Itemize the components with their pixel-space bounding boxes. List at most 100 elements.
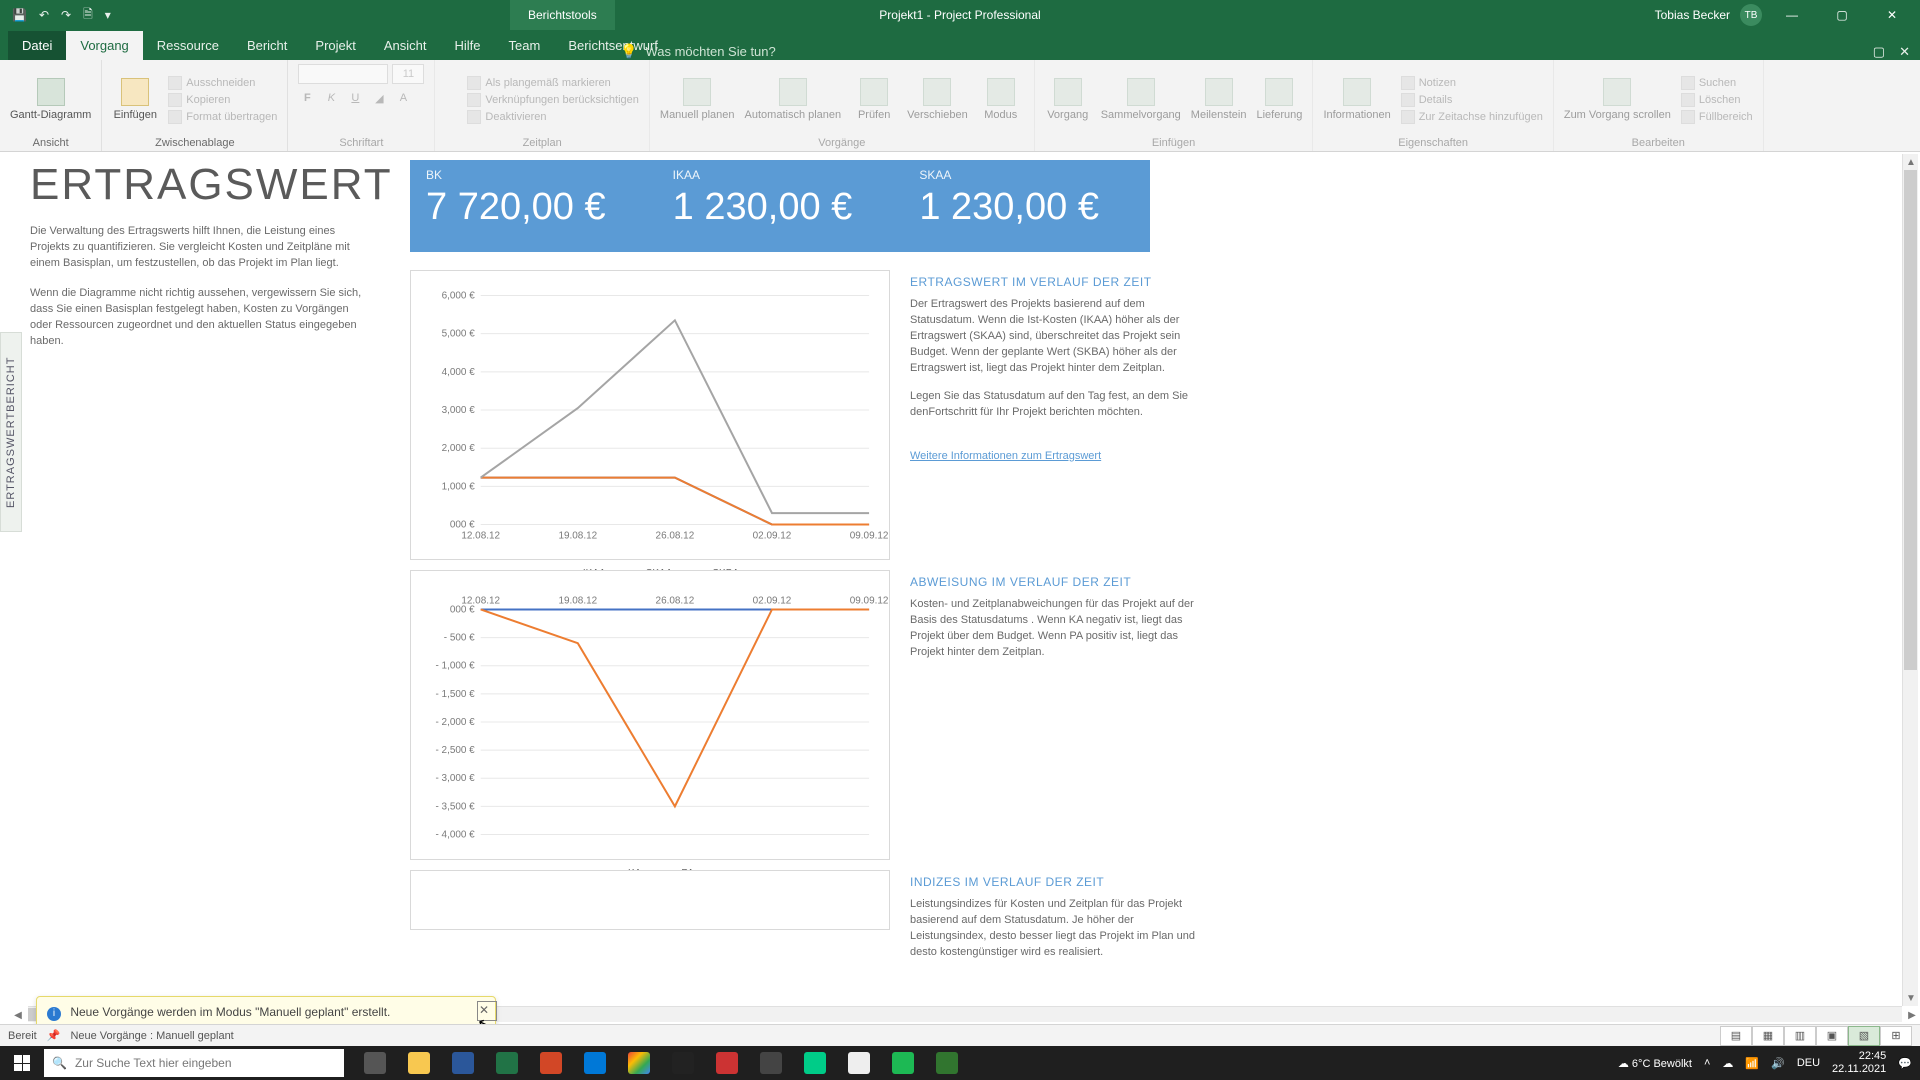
- font-family-input[interactable]: [298, 64, 388, 84]
- excel-app[interactable]: [486, 1046, 528, 1080]
- clock[interactable]: 22:45 22.11.2021: [1832, 1050, 1886, 1075]
- taskbar-search[interactable]: 🔍 Zur Suche Text hier eingeben: [44, 1049, 344, 1077]
- tab-ressource[interactable]: Ressource: [143, 31, 233, 60]
- powerpoint-app[interactable]: [530, 1046, 572, 1080]
- ribbon-display-options-icon[interactable]: ▢: [1873, 44, 1885, 60]
- information-button[interactable]: Informationen: [1323, 78, 1390, 121]
- obs-app[interactable]: [662, 1046, 704, 1080]
- scroll-down-arrow[interactable]: ▼: [1903, 990, 1919, 1006]
- maximize-button[interactable]: ▢: [1822, 8, 1862, 22]
- onedrive-icon[interactable]: ☁: [1722, 1057, 1733, 1070]
- status-schedule-mode[interactable]: Neue Vorgänge : Manuell geplant: [70, 1030, 233, 1042]
- tab-projekt[interactable]: Projekt: [301, 31, 369, 60]
- italic-button[interactable]: K: [322, 92, 340, 105]
- cut-button[interactable]: Ausschneiden: [168, 76, 277, 90]
- tray-chevron-icon[interactable]: ˄: [1704, 1057, 1710, 1069]
- new-doc-icon[interactable]: 🗎: [83, 5, 93, 26]
- notepad-app[interactable]: [838, 1046, 880, 1080]
- user-name[interactable]: Tobias Becker: [1655, 8, 1730, 22]
- manual-schedule-button[interactable]: Manuell planen: [660, 78, 735, 121]
- explorer-app[interactable]: [398, 1046, 440, 1080]
- wifi-icon[interactable]: 📶: [1745, 1057, 1759, 1070]
- fill-button[interactable]: Füllbereich: [1681, 110, 1753, 124]
- tab-ansicht[interactable]: Ansicht: [370, 31, 441, 60]
- deactivate-button[interactable]: Deaktivieren: [467, 110, 639, 124]
- notifications-icon[interactable]: 💬: [1898, 1057, 1912, 1070]
- insert-deliverable-button[interactable]: Lieferung: [1256, 78, 1302, 121]
- view-gantt-button[interactable]: ▤: [1720, 1026, 1752, 1046]
- view-report-button[interactable]: ▧: [1848, 1026, 1880, 1046]
- insert-task-button[interactable]: Vorgang: [1045, 78, 1091, 121]
- chrome-app[interactable]: [618, 1046, 660, 1080]
- notes-button[interactable]: Notizen: [1401, 76, 1543, 90]
- tell-me-search[interactable]: 💡 Was möchten Sie tun?: [620, 43, 776, 60]
- chart-variance[interactable]: 12.08.1219.08.1226.08.1202.09.1209.09.12…: [410, 570, 890, 860]
- edge-old-icon: [584, 1052, 606, 1074]
- tab-hilfe[interactable]: Hilfe: [441, 31, 495, 60]
- font-size-input[interactable]: [392, 64, 424, 84]
- edge-old-app[interactable]: [574, 1046, 616, 1080]
- mode-button[interactable]: Modus: [978, 78, 1024, 121]
- scroll-up-arrow[interactable]: ▲: [1903, 154, 1919, 170]
- format-painter-button[interactable]: Format übertragen: [168, 110, 277, 124]
- scroll-to-task-button[interactable]: Zum Vorgang scrollen: [1564, 78, 1671, 121]
- tab-team[interactable]: Team: [495, 31, 555, 60]
- scroll-right-arrow[interactable]: ▶: [1904, 1007, 1920, 1023]
- vscroll-thumb[interactable]: [1904, 170, 1917, 670]
- user-avatar[interactable]: TB: [1740, 4, 1762, 26]
- clear-button[interactable]: Löschen: [1681, 93, 1753, 107]
- add-timeline-button[interactable]: Zur Zeitachse hinzufügen: [1401, 110, 1543, 124]
- side-tab-report[interactable]: ERTRAGSWERTBERICHT: [0, 332, 22, 532]
- project-app[interactable]: [926, 1046, 968, 1080]
- bold-button[interactable]: F: [298, 92, 316, 105]
- tab-bericht[interactable]: Bericht: [233, 31, 301, 60]
- report-description-2: Wenn die Diagramme nicht richtig aussehe…: [30, 286, 370, 350]
- details-button[interactable]: Details: [1401, 93, 1543, 107]
- generic-app-2[interactable]: [750, 1046, 792, 1080]
- generic-app-1[interactable]: [706, 1046, 748, 1080]
- insert-summary-button[interactable]: Sammelvorgang: [1101, 78, 1181, 121]
- find-button[interactable]: Suchen: [1681, 76, 1753, 90]
- chart-indices[interactable]: [410, 870, 890, 930]
- mark-on-track-button[interactable]: Als plangemäß markieren: [467, 76, 639, 90]
- minimize-button[interactable]: —: [1772, 8, 1812, 22]
- redo-icon[interactable]: ↷: [61, 8, 71, 22]
- earned-value-link[interactable]: Weitere Informationen zum Ertragswert: [910, 450, 1101, 462]
- fill-color-button[interactable]: ◢: [370, 92, 388, 105]
- view-task-usage-button[interactable]: ▦: [1752, 1026, 1784, 1046]
- weather-widget[interactable]: ☁ 6°C Bewölkt: [1618, 1057, 1692, 1070]
- svg-text:09.09.12: 09.09.12: [850, 595, 889, 606]
- spotify-app[interactable]: [882, 1046, 924, 1080]
- callout-close-button[interactable]: ✕: [479, 1003, 489, 1017]
- qat-customize-icon[interactable]: ▾: [105, 8, 111, 22]
- scroll-left-arrow[interactable]: ◀: [10, 1007, 26, 1023]
- task-view-button[interactable]: [354, 1046, 396, 1080]
- view-team-planner-button[interactable]: ▥: [1784, 1026, 1816, 1046]
- language-indicator[interactable]: DEU: [1797, 1057, 1820, 1069]
- font-color-button[interactable]: A: [394, 92, 412, 105]
- move-button[interactable]: Verschieben: [907, 78, 968, 121]
- tab-file[interactable]: Datei: [8, 31, 66, 60]
- save-icon[interactable]: 💾: [12, 8, 27, 22]
- word-app[interactable]: [442, 1046, 484, 1080]
- edge-app[interactable]: [794, 1046, 836, 1080]
- paste-button[interactable]: Einfügen: [112, 78, 158, 121]
- start-button[interactable]: [0, 1046, 44, 1080]
- tab-vorgang[interactable]: Vorgang: [66, 31, 142, 60]
- insert-milestone-button[interactable]: Meilenstein: [1191, 78, 1247, 121]
- underline-button[interactable]: U: [346, 92, 364, 105]
- chart-earned-value[interactable]: 12.08.1219.08.1226.08.1202.09.1209.09.12…: [410, 270, 890, 560]
- auto-schedule-button[interactable]: Automatisch planen: [745, 78, 842, 121]
- vertical-scrollbar[interactable]: ▲ ▼: [1902, 154, 1918, 1006]
- volume-icon[interactable]: 🔊: [1771, 1057, 1785, 1070]
- view-resource-sheet-button[interactable]: ▣: [1816, 1026, 1848, 1046]
- copy-button[interactable]: Kopieren: [168, 93, 277, 107]
- svg-text:000 €: 000 €: [450, 604, 475, 615]
- undo-icon[interactable]: ↶: [39, 8, 49, 22]
- close-button[interactable]: ✕: [1872, 8, 1912, 22]
- gantt-chart-button[interactable]: Gantt-Diagramm: [10, 78, 91, 121]
- respect-links-button[interactable]: Verknüpfungen berücksichtigen: [467, 93, 639, 107]
- view-zoom-button[interactable]: ⊞: [1880, 1026, 1912, 1046]
- inspect-button[interactable]: Prüfen: [851, 78, 897, 121]
- ribbon-close-icon[interactable]: ✕: [1899, 44, 1910, 60]
